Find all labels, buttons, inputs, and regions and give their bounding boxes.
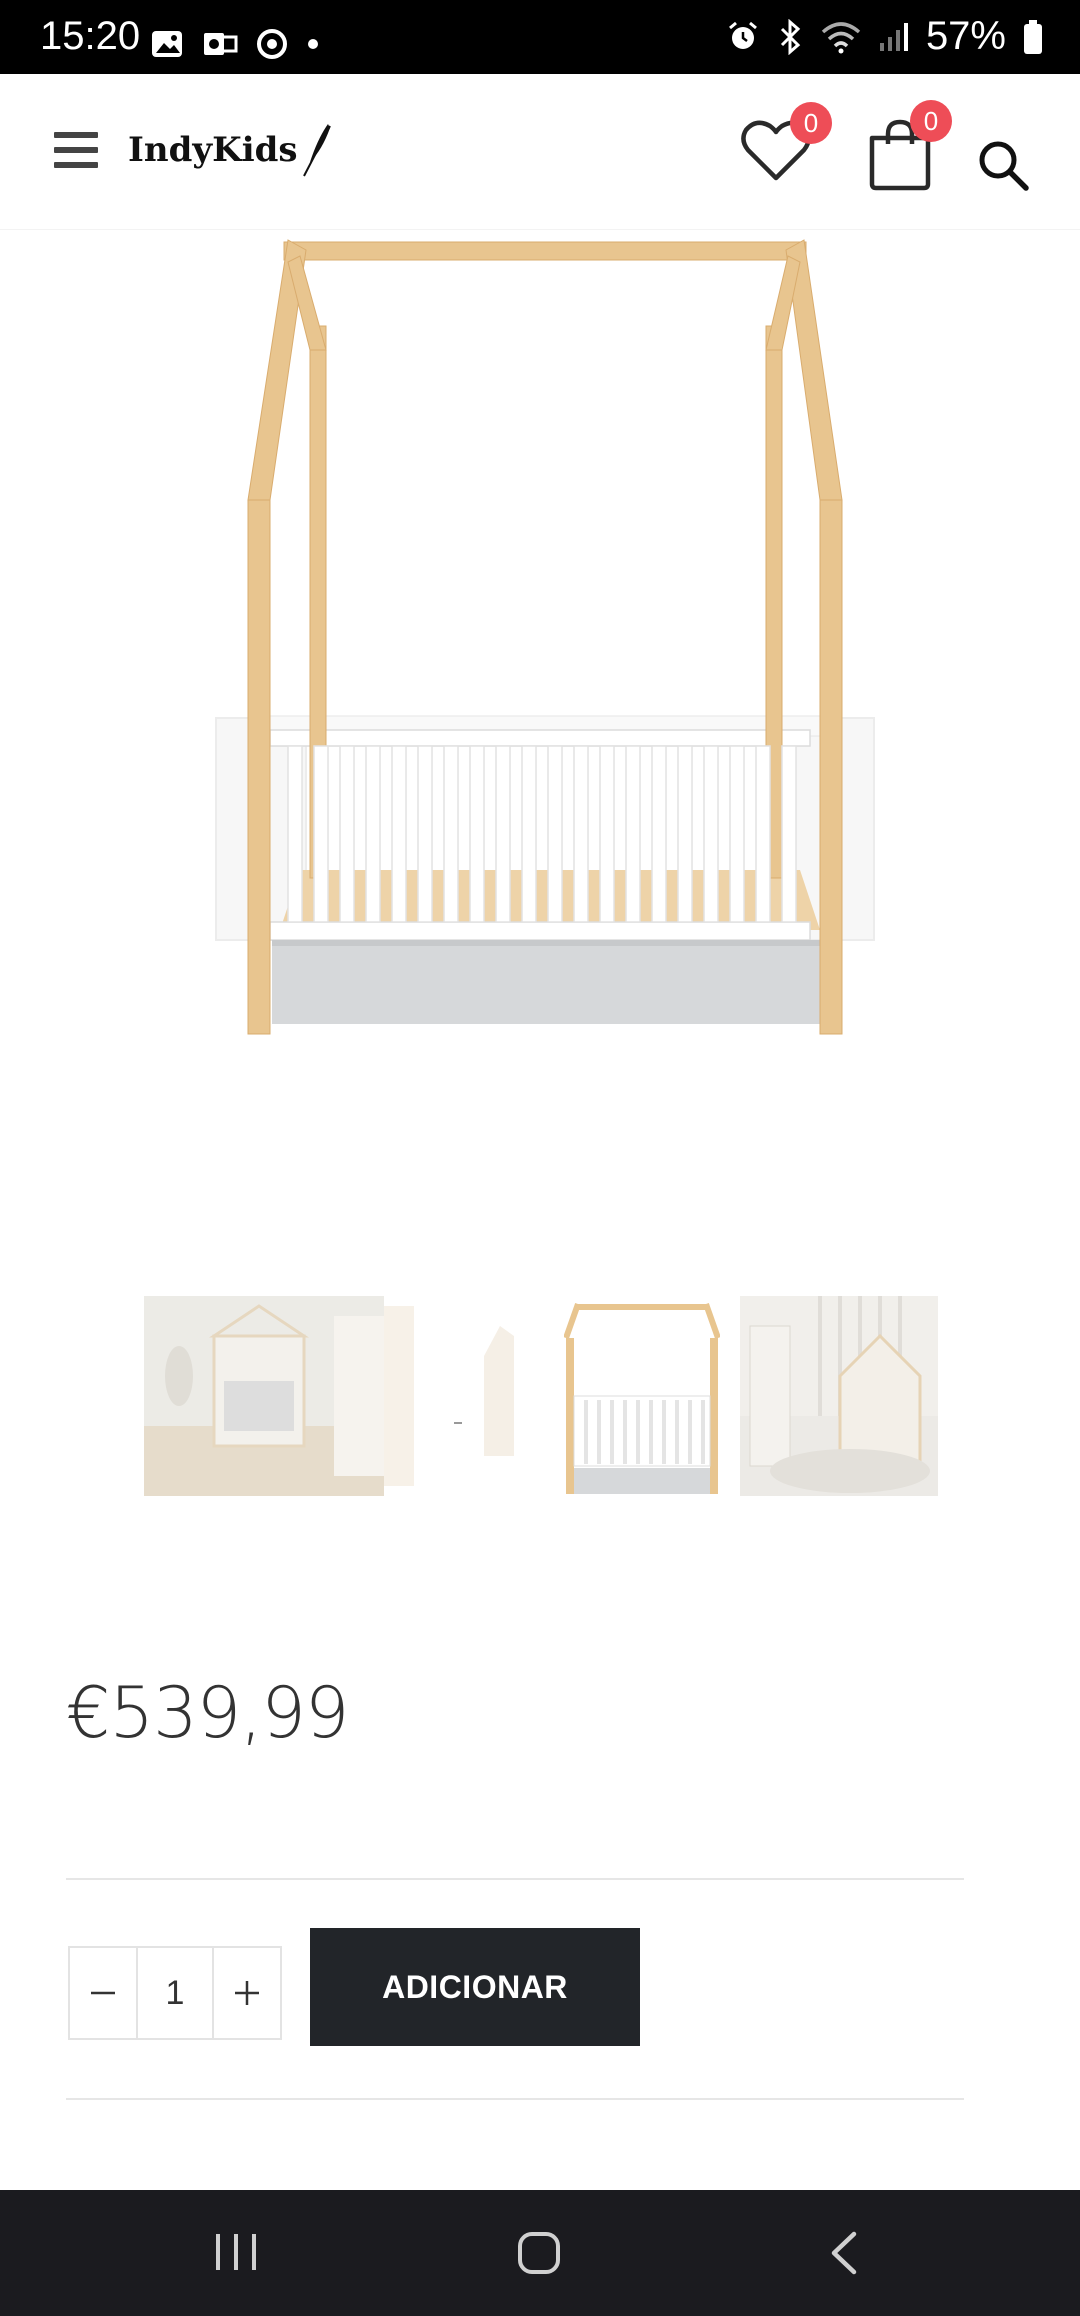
- status-time: 15:20: [40, 14, 141, 58]
- dot-icon: [308, 39, 318, 49]
- crib-slat: [573, 745, 589, 923]
- battery-percent: 57%: [925, 14, 1006, 58]
- divider-bottom: [66, 2098, 964, 2100]
- crib-slat: [781, 745, 797, 923]
- thumbnail-1[interactable]: [144, 1296, 384, 1496]
- minus-icon: [90, 1991, 115, 1995]
- quantity-input[interactable]: 1: [135, 1948, 215, 2038]
- product-main-image[interactable]: [0, 230, 1080, 1230]
- status-bar: 15:20 57%: [0, 0, 1080, 74]
- cart-button[interactable]: 0: [864, 100, 952, 196]
- quantity-stepper: 1: [68, 1946, 282, 2040]
- home-icon: [518, 2232, 560, 2274]
- crib-illustration: [215, 239, 875, 1035]
- menu-icon[interactable]: [54, 132, 98, 168]
- crib-slat: [287, 745, 303, 923]
- add-to-cart-button[interactable]: ADICIONAR: [310, 1928, 640, 2046]
- search-icon: [979, 141, 1029, 191]
- crib-slat: [417, 745, 433, 923]
- home-button[interactable]: [516, 2230, 562, 2281]
- logo[interactable]: IndyKids: [128, 122, 334, 178]
- crib-slat: [729, 745, 745, 923]
- increase-quantity-button[interactable]: [214, 1948, 280, 2038]
- crib-slat: [521, 745, 537, 923]
- site-header: IndyKids 0 0: [0, 74, 1080, 230]
- feather-icon: [302, 124, 331, 177]
- crib-slat: [651, 745, 667, 923]
- wifi-icon: [821, 21, 861, 53]
- outlook-icon: [204, 33, 238, 55]
- crib-slat: [625, 745, 641, 923]
- chrome-icon: [257, 29, 287, 59]
- crib-slat: [599, 745, 615, 923]
- crib-slat: [443, 745, 459, 923]
- crib-slat: [703, 745, 719, 923]
- crib-slat: [547, 745, 563, 923]
- crib-slat: [339, 745, 355, 923]
- divider-top: [66, 1878, 964, 1880]
- cart-count-badge: 0: [910, 100, 952, 142]
- thumbnail-strip: [144, 1296, 938, 1496]
- back-icon: [831, 2231, 857, 2275]
- thumbnail-4[interactable]: [740, 1296, 938, 1496]
- alarm-icon: [728, 21, 757, 49]
- recent-apps-icon: [216, 2234, 256, 2270]
- crib-slat: [313, 745, 329, 923]
- thumbnail-2[interactable]: [384, 1296, 514, 1496]
- thumbnail-3[interactable]: [564, 1296, 720, 1496]
- decrease-quantity-button[interactable]: [70, 1948, 136, 2038]
- system-nav-bar: [0, 2190, 1080, 2316]
- plus-icon: [235, 1981, 260, 2005]
- signal-icon: [879, 22, 908, 51]
- crib-slat: [495, 745, 511, 923]
- status-right-icons: 57%: [726, 14, 1044, 59]
- crib-slat: [365, 745, 381, 923]
- crib-slat: [469, 745, 485, 923]
- wishlist-count-badge: 0: [790, 102, 832, 144]
- bluetooth-icon: [780, 18, 801, 55]
- crib-slat: [755, 745, 771, 923]
- crib-slat: [677, 745, 693, 923]
- logo-text: IndyKids: [128, 130, 298, 170]
- product-price: €539,99: [66, 1672, 349, 1754]
- back-button[interactable]: [826, 2230, 860, 2281]
- battery-icon: [1024, 19, 1042, 54]
- status-left-icons: [150, 28, 320, 60]
- recent-apps-button[interactable]: [214, 2232, 258, 2277]
- wishlist-button[interactable]: 0: [740, 102, 832, 190]
- search-button[interactable]: [976, 138, 1032, 194]
- gallery-icon: [152, 31, 182, 57]
- crib-slat: [391, 745, 407, 923]
